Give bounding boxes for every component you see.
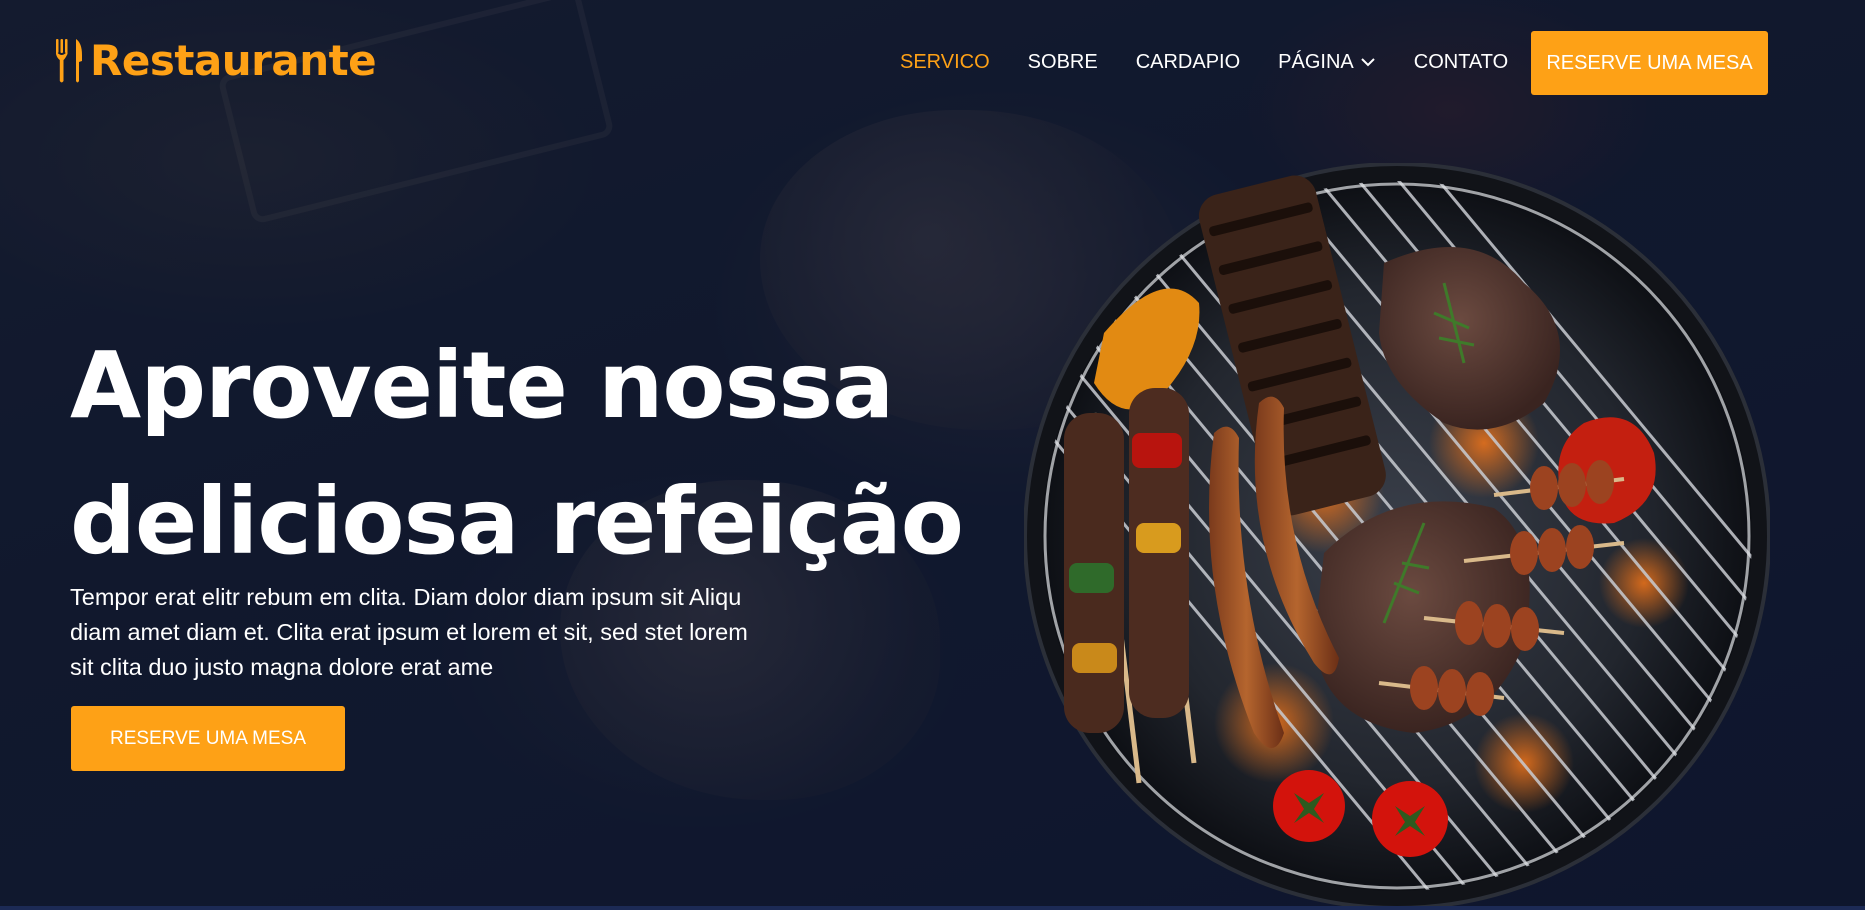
utensils-icon bbox=[56, 38, 82, 82]
nav-item-label: PÁGINA bbox=[1278, 50, 1354, 73]
reserve-table-hero-button[interactable]: RESERVE UMA MESA bbox=[71, 706, 345, 771]
nav-item-label: CONTATO bbox=[1413, 50, 1509, 73]
hero-title-line-2: deliciosa refeição bbox=[70, 468, 964, 575]
vegetable-skewer bbox=[1129, 388, 1197, 764]
hero-description: Tempor erat elitr rebum em clita. Diam d… bbox=[70, 584, 748, 680]
brand-logo[interactable]: Restaurante bbox=[54, 36, 377, 85]
hero-title: Aproveite nossa deliciosa refeição bbox=[70, 318, 970, 590]
nav-item-contato[interactable]: CONTATO bbox=[1414, 51, 1508, 74]
bottom-divider bbox=[0, 906, 1865, 910]
navbar: Restaurante SERVICO SOBRE CARDAPIO PÁGIN… bbox=[0, 0, 1865, 126]
cherry-tomato bbox=[1372, 781, 1448, 857]
reserve-table-nav-button[interactable]: RESERVE UMA MESA bbox=[1531, 31, 1768, 95]
nav-item-label: CARDAPIO bbox=[1135, 50, 1241, 73]
chevron-down-icon bbox=[1361, 58, 1375, 67]
barbecue-grill-image bbox=[1024, 163, 1770, 909]
hero-title-line-1: Aproveite nossa bbox=[70, 332, 894, 439]
nav-item-cardapio[interactable]: CARDAPIO bbox=[1136, 51, 1240, 74]
nav-item-sobre[interactable]: SOBRE bbox=[1028, 51, 1098, 74]
nav-item-pagina-dropdown[interactable]: PÁGINA bbox=[1278, 51, 1376, 74]
nav-item-label: SERVICO bbox=[900, 50, 990, 73]
nav-links: SERVICO SOBRE CARDAPIO PÁGINA CONTATO bbox=[900, 30, 1546, 94]
cherry-tomato bbox=[1273, 770, 1345, 842]
brand-name: Restaurante bbox=[90, 36, 377, 85]
nav-item-label: SOBRE bbox=[1027, 50, 1098, 73]
nav-item-servico[interactable]: SERVICO bbox=[900, 51, 990, 74]
